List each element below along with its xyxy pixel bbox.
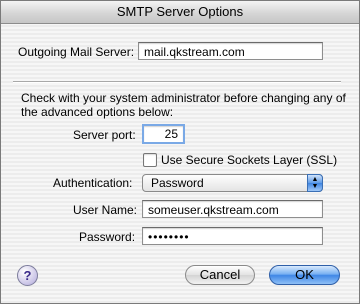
ssl-label: Use Secure Sockets Layer (SSL) bbox=[161, 153, 338, 167]
server-port-field[interactable]: 25 bbox=[142, 124, 185, 144]
outgoing-server-label: Outgoing Mail Server: bbox=[18, 45, 135, 59]
cancel-button[interactable]: Cancel bbox=[185, 265, 255, 285]
password-field[interactable]: •••••••• bbox=[142, 227, 323, 245]
window-title: SMTP Server Options bbox=[1, 1, 359, 24]
username-label: User Name: bbox=[73, 203, 138, 217]
authentication-popup[interactable]: Password ▲ ▼ bbox=[142, 174, 323, 192]
up-down-arrows-icon: ▲ ▼ bbox=[307, 174, 323, 192]
username-field[interactable]: someuser.qkstream.com bbox=[142, 200, 323, 218]
outgoing-server-field[interactable]: mail.qkstream.com bbox=[138, 42, 323, 60]
ssl-checkbox[interactable] bbox=[143, 153, 157, 167]
authentication-label: Authentication: bbox=[53, 176, 133, 190]
advanced-note-line1: Check with your system administrator bef… bbox=[21, 91, 346, 105]
authentication-value: Password bbox=[151, 176, 204, 190]
server-port-label: Server port: bbox=[73, 128, 136, 142]
ok-button[interactable]: OK bbox=[269, 265, 340, 285]
separator bbox=[13, 81, 341, 83]
help-icon[interactable]: ? bbox=[17, 265, 38, 286]
advanced-note-line2: the advanced options below: bbox=[21, 105, 174, 119]
password-label: Password: bbox=[79, 230, 136, 244]
smtp-options-dialog: SMTP Server Options Outgoing Mail Server… bbox=[0, 0, 360, 304]
